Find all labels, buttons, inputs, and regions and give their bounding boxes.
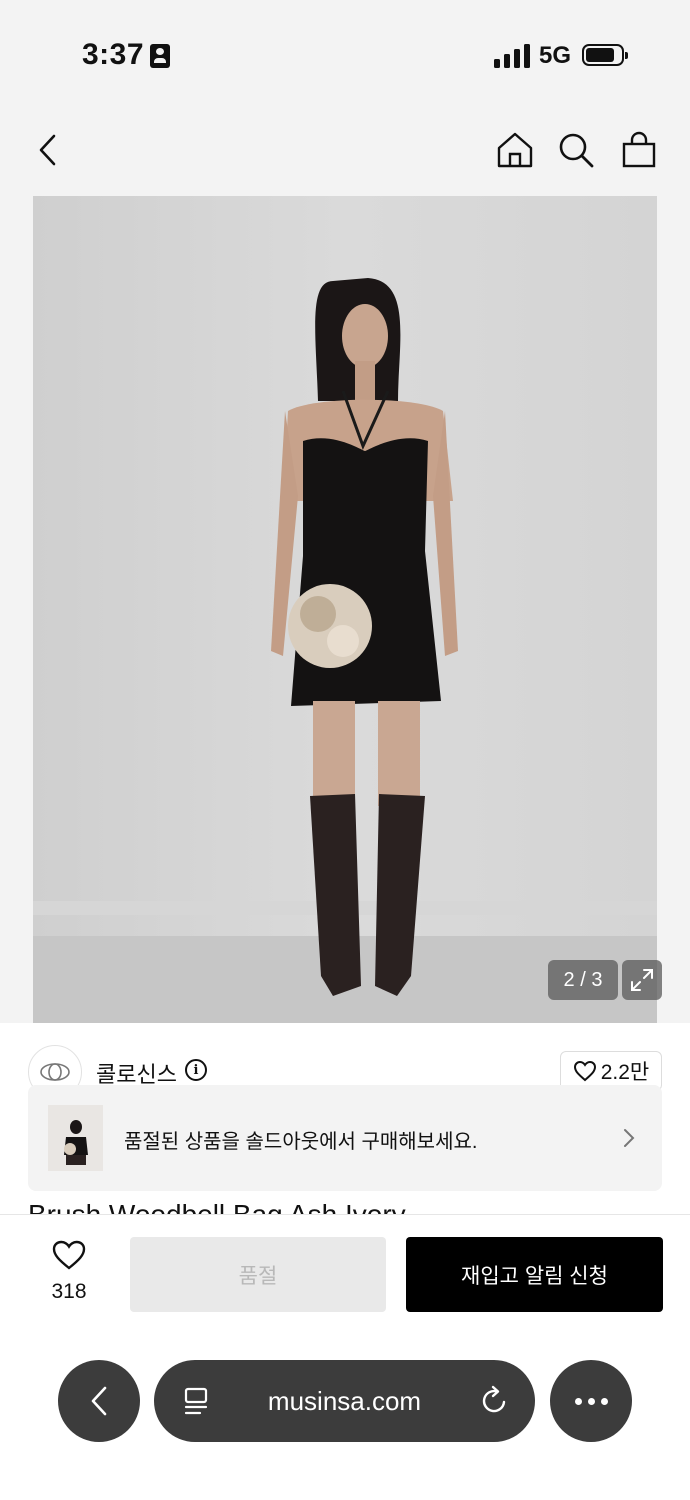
- info-icon[interactable]: i: [185, 1059, 207, 1081]
- product-image[interactable]: [33, 196, 657, 1023]
- contact-card-icon: [150, 44, 170, 68]
- image-counter: 2 / 3: [548, 960, 618, 1000]
- home-icon: [497, 132, 533, 168]
- wishlist-button[interactable]: 318: [40, 1239, 98, 1304]
- soldout-banner[interactable]: 품절된 상품을 솔드아웃에서 구매해보세요.: [28, 1085, 662, 1191]
- status-bar: 3:37 5G: [0, 0, 690, 110]
- soldout-banner-text: 품절된 상품을 솔드아웃에서 구매해보세요.: [124, 1131, 478, 1153]
- brand-like-count: 2.2만: [600, 1061, 650, 1084]
- model-photo: [33, 196, 657, 1023]
- battery-icon: [582, 44, 628, 66]
- cellular-signal-icon: [494, 44, 530, 68]
- restock-alert-button[interactable]: 재입고 알림 신청: [406, 1237, 663, 1312]
- heart-icon: [52, 1240, 86, 1270]
- wishlist-count: 318: [51, 1280, 87, 1303]
- cart-button[interactable]: [617, 128, 661, 172]
- more-options-button[interactable]: [550, 1360, 632, 1442]
- search-icon: [559, 133, 594, 168]
- heart-icon: [573, 1060, 596, 1082]
- chevron-left-icon: [39, 134, 56, 166]
- address-bar[interactable]: musinsa.com: [154, 1360, 535, 1442]
- network-type: 5G: [539, 42, 572, 69]
- top-navigation: [0, 110, 690, 196]
- chevron-right-icon: [624, 1129, 635, 1147]
- reload-icon[interactable]: [480, 1384, 510, 1416]
- browser-toolbar: musinsa.com: [0, 1346, 690, 1500]
- back-button[interactable]: [26, 128, 70, 172]
- more-icon: [574, 1397, 582, 1405]
- expand-image-button[interactable]: [622, 960, 662, 1000]
- home-button[interactable]: [493, 128, 537, 172]
- soldout-button: 품절: [130, 1237, 386, 1312]
- search-button[interactable]: [554, 128, 598, 172]
- expand-icon: [631, 969, 653, 991]
- status-time: 3:37: [82, 38, 145, 71]
- banner-thumbnail: [48, 1105, 103, 1171]
- shopping-bag-icon: [622, 131, 656, 168]
- browser-back-button[interactable]: [58, 1360, 140, 1442]
- product-info: 콜로신스 i 2.2만 품절된 상품을 솔드아웃에서 구매해보세요. Brush…: [0, 1023, 690, 1218]
- purchase-bar: 318 품절 재입고 알림 신청: [0, 1214, 690, 1346]
- brand-logo-mark: [40, 1063, 70, 1081]
- chevron-left-icon: [91, 1386, 107, 1416]
- url-text: musinsa.com: [267, 1386, 422, 1416]
